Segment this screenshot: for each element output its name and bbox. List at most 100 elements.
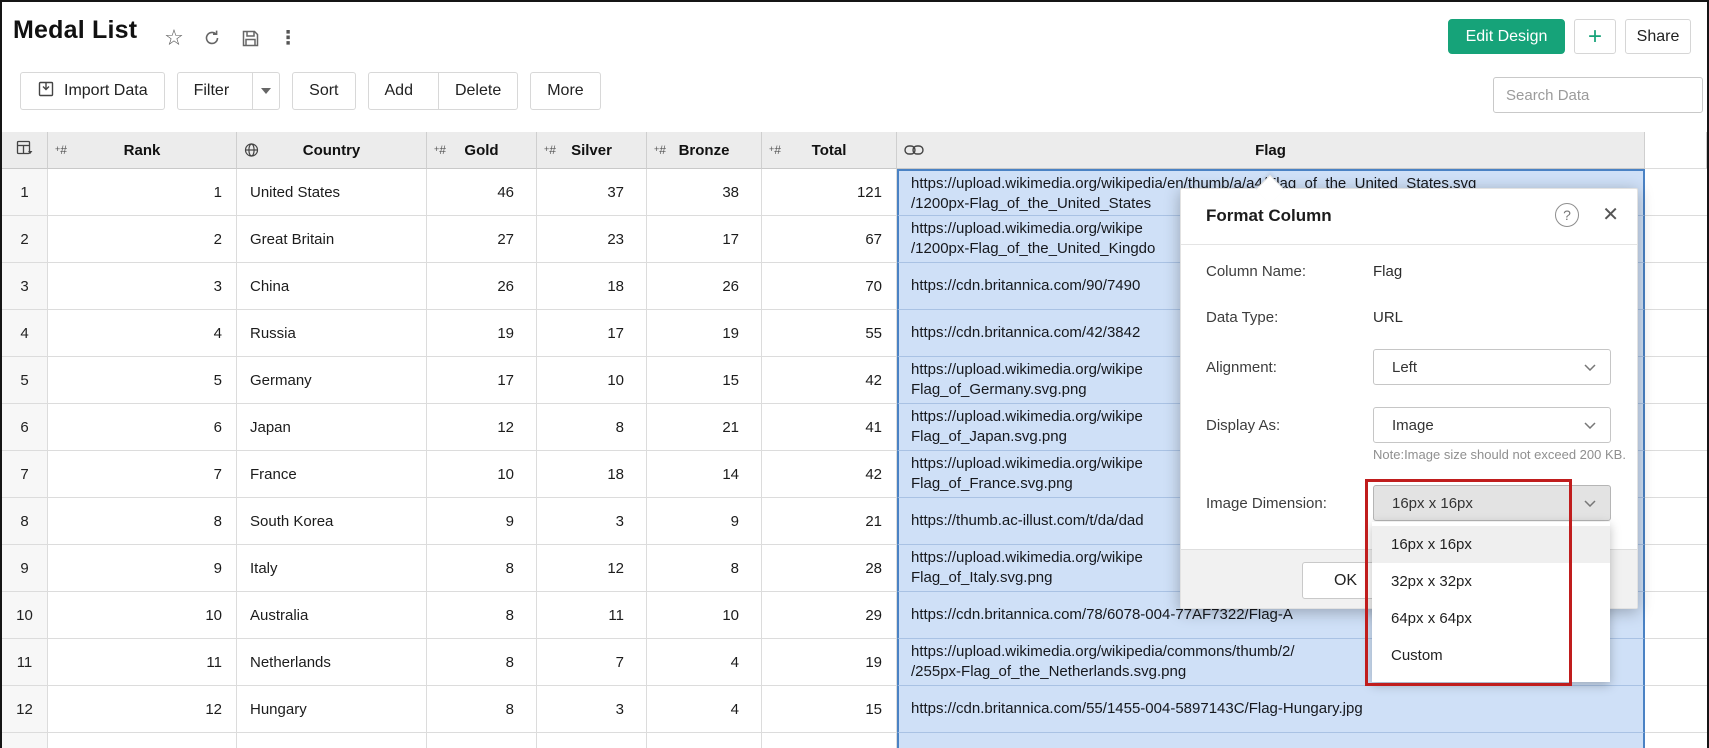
bronze-cell[interactable]: 38 <box>647 169 762 216</box>
bronze-cell[interactable]: 9 <box>647 498 762 545</box>
help-icon[interactable]: ? <box>1555 203 1579 227</box>
total-cell[interactable]: 28 <box>762 545 897 592</box>
dropdown-option[interactable]: 32px x 32px <box>1372 563 1610 600</box>
country-cell[interactable]: China <box>237 263 427 310</box>
total-cell[interactable]: 55 <box>762 310 897 357</box>
flag-url-text[interactable]: https://cdn.britannica.com/42/3842 <box>911 323 1140 343</box>
silver-cell[interactable]: 8 <box>537 404 647 451</box>
bronze-cell[interactable]: 19 <box>647 310 762 357</box>
total-cell[interactable]: 21 <box>762 498 897 545</box>
refresh-icon[interactable] <box>200 26 224 50</box>
rank-cell[interactable]: 10 <box>48 592 237 639</box>
filter-button[interactable]: Filter <box>178 73 244 109</box>
rank-cell[interactable]: 6 <box>48 404 237 451</box>
more-options-kebab-icon[interactable]: ⋮ <box>276 26 300 50</box>
total-cell[interactable]: 41 <box>762 404 897 451</box>
total-cell[interactable]: 42 <box>762 357 897 404</box>
row-number-cell[interactable]: 7 <box>2 451 48 498</box>
total-cell[interactable]: 121 <box>762 169 897 216</box>
country-cell[interactable]: Netherlands <box>237 639 427 686</box>
country-cell[interactable]: South Korea <box>237 498 427 545</box>
dropdown-option[interactable]: 64px x 64px <box>1372 600 1610 637</box>
country-cell[interactable]: Italy <box>237 545 427 592</box>
dropdown-option[interactable]: Custom <box>1372 637 1610 674</box>
silver-cell[interactable]: 3 <box>537 686 647 733</box>
rank-cell[interactable]: 11 <box>48 639 237 686</box>
gold-cell[interactable]: 17 <box>427 357 537 404</box>
column-header-flag[interactable]: Flag <box>897 132 1645 169</box>
flag-url-text[interactable]: https://cdn.britannica.com/55/1455-004-5… <box>911 699 1363 719</box>
total-cell[interactable]: 67 <box>762 216 897 263</box>
row-number-cell[interactable]: 8 <box>2 498 48 545</box>
row-number-cell[interactable]: 4 <box>2 310 48 357</box>
flag-url-cell[interactable]: https://cdn.britannica.com/55/1455-004-5… <box>897 686 1645 733</box>
silver-cell[interactable]: 18 <box>537 451 647 498</box>
total-cell[interactable]: 19 <box>762 639 897 686</box>
flag-url-text[interactable]: https://thumb.ac-illust.com/t/da/dad <box>911 511 1144 531</box>
delete-button[interactable]: Delete <box>438 73 517 109</box>
dropdown-option[interactable]: 16px x 16px <box>1372 526 1610 563</box>
select-all-header-cell[interactable] <box>2 132 48 169</box>
column-header-gold[interactable]: +# Gold <box>427 132 537 169</box>
gold-cell[interactable]: 8 <box>427 686 537 733</box>
gold-cell[interactable]: 26 <box>427 263 537 310</box>
silver-cell[interactable]: 12 <box>537 545 647 592</box>
rank-cell[interactable]: 7 <box>48 451 237 498</box>
country-cell[interactable]: Australia <box>237 592 427 639</box>
total-cell[interactable]: 15 <box>762 686 897 733</box>
bronze-cell[interactable]: 15 <box>647 357 762 404</box>
rank-cell[interactable]: 9 <box>48 545 237 592</box>
close-icon[interactable]: ✕ <box>1602 203 1619 227</box>
row-number-cell[interactable]: 2 <box>2 216 48 263</box>
bronze-cell[interactable]: 17 <box>647 216 762 263</box>
total-cell[interactable]: 42 <box>762 451 897 498</box>
edit-design-button[interactable]: Edit Design <box>1448 19 1565 54</box>
rank-cell[interactable]: 3 <box>48 263 237 310</box>
gold-cell[interactable]: 27 <box>427 216 537 263</box>
table-row[interactable]: 1212Hungary83415https://cdn.britannica.c… <box>2 686 1707 733</box>
country-cell[interactable]: Germany <box>237 357 427 404</box>
flag-url-text[interactable]: https://cdn.britannica.com/90/7490 <box>911 276 1140 296</box>
row-number-cell[interactable]: 3 <box>2 263 48 310</box>
column-header-bronze[interactable]: +# Bronze <box>647 132 762 169</box>
save-icon[interactable] <box>238 26 262 50</box>
row-number-cell[interactable]: 12 <box>2 686 48 733</box>
country-cell[interactable]: United States <box>237 169 427 216</box>
column-header-silver[interactable]: +# Silver <box>537 132 647 169</box>
rank-cell[interactable]: 4 <box>48 310 237 357</box>
gold-cell[interactable]: 8 <box>427 545 537 592</box>
image-dimension-select[interactable]: 16px x 16px <box>1373 485 1611 521</box>
alignment-select[interactable]: Left <box>1373 349 1611 385</box>
silver-cell[interactable]: 23 <box>537 216 647 263</box>
bronze-cell[interactable]: 14 <box>647 451 762 498</box>
more-button[interactable]: More <box>530 72 600 110</box>
silver-cell[interactable]: 3 <box>537 498 647 545</box>
silver-cell[interactable]: 17 <box>537 310 647 357</box>
gold-cell[interactable]: 8 <box>427 639 537 686</box>
country-cell[interactable]: Russia <box>237 310 427 357</box>
filter-dropdown-button[interactable] <box>252 73 279 109</box>
country-cell[interactable]: Japan <box>237 404 427 451</box>
bronze-cell[interactable]: 10 <box>647 592 762 639</box>
display-as-select[interactable]: Image <box>1373 407 1611 443</box>
country-cell[interactable]: Great Britain <box>237 216 427 263</box>
row-number-cell[interactable]: 11 <box>2 639 48 686</box>
silver-cell[interactable]: 37 <box>537 169 647 216</box>
favorite-star-icon[interactable]: ☆ <box>162 26 186 50</box>
column-header-total[interactable]: +# Total <box>762 132 897 169</box>
gold-cell[interactable]: 19 <box>427 310 537 357</box>
row-number-cell[interactable]: 10 <box>2 592 48 639</box>
silver-cell[interactable]: 7 <box>537 639 647 686</box>
silver-cell[interactable]: 18 <box>537 263 647 310</box>
import-data-button[interactable]: Import Data <box>20 72 165 110</box>
gold-cell[interactable]: 12 <box>427 404 537 451</box>
country-cell[interactable]: Hungary <box>237 686 427 733</box>
row-number-cell[interactable]: 6 <box>2 404 48 451</box>
silver-cell[interactable]: 11 <box>537 592 647 639</box>
row-number-cell[interactable]: 1 <box>2 169 48 216</box>
add-button[interactable]: Add <box>369 73 429 109</box>
bronze-cell[interactable]: 4 <box>647 639 762 686</box>
bronze-cell[interactable]: 21 <box>647 404 762 451</box>
rank-cell[interactable]: 5 <box>48 357 237 404</box>
total-cell[interactable]: 29 <box>762 592 897 639</box>
